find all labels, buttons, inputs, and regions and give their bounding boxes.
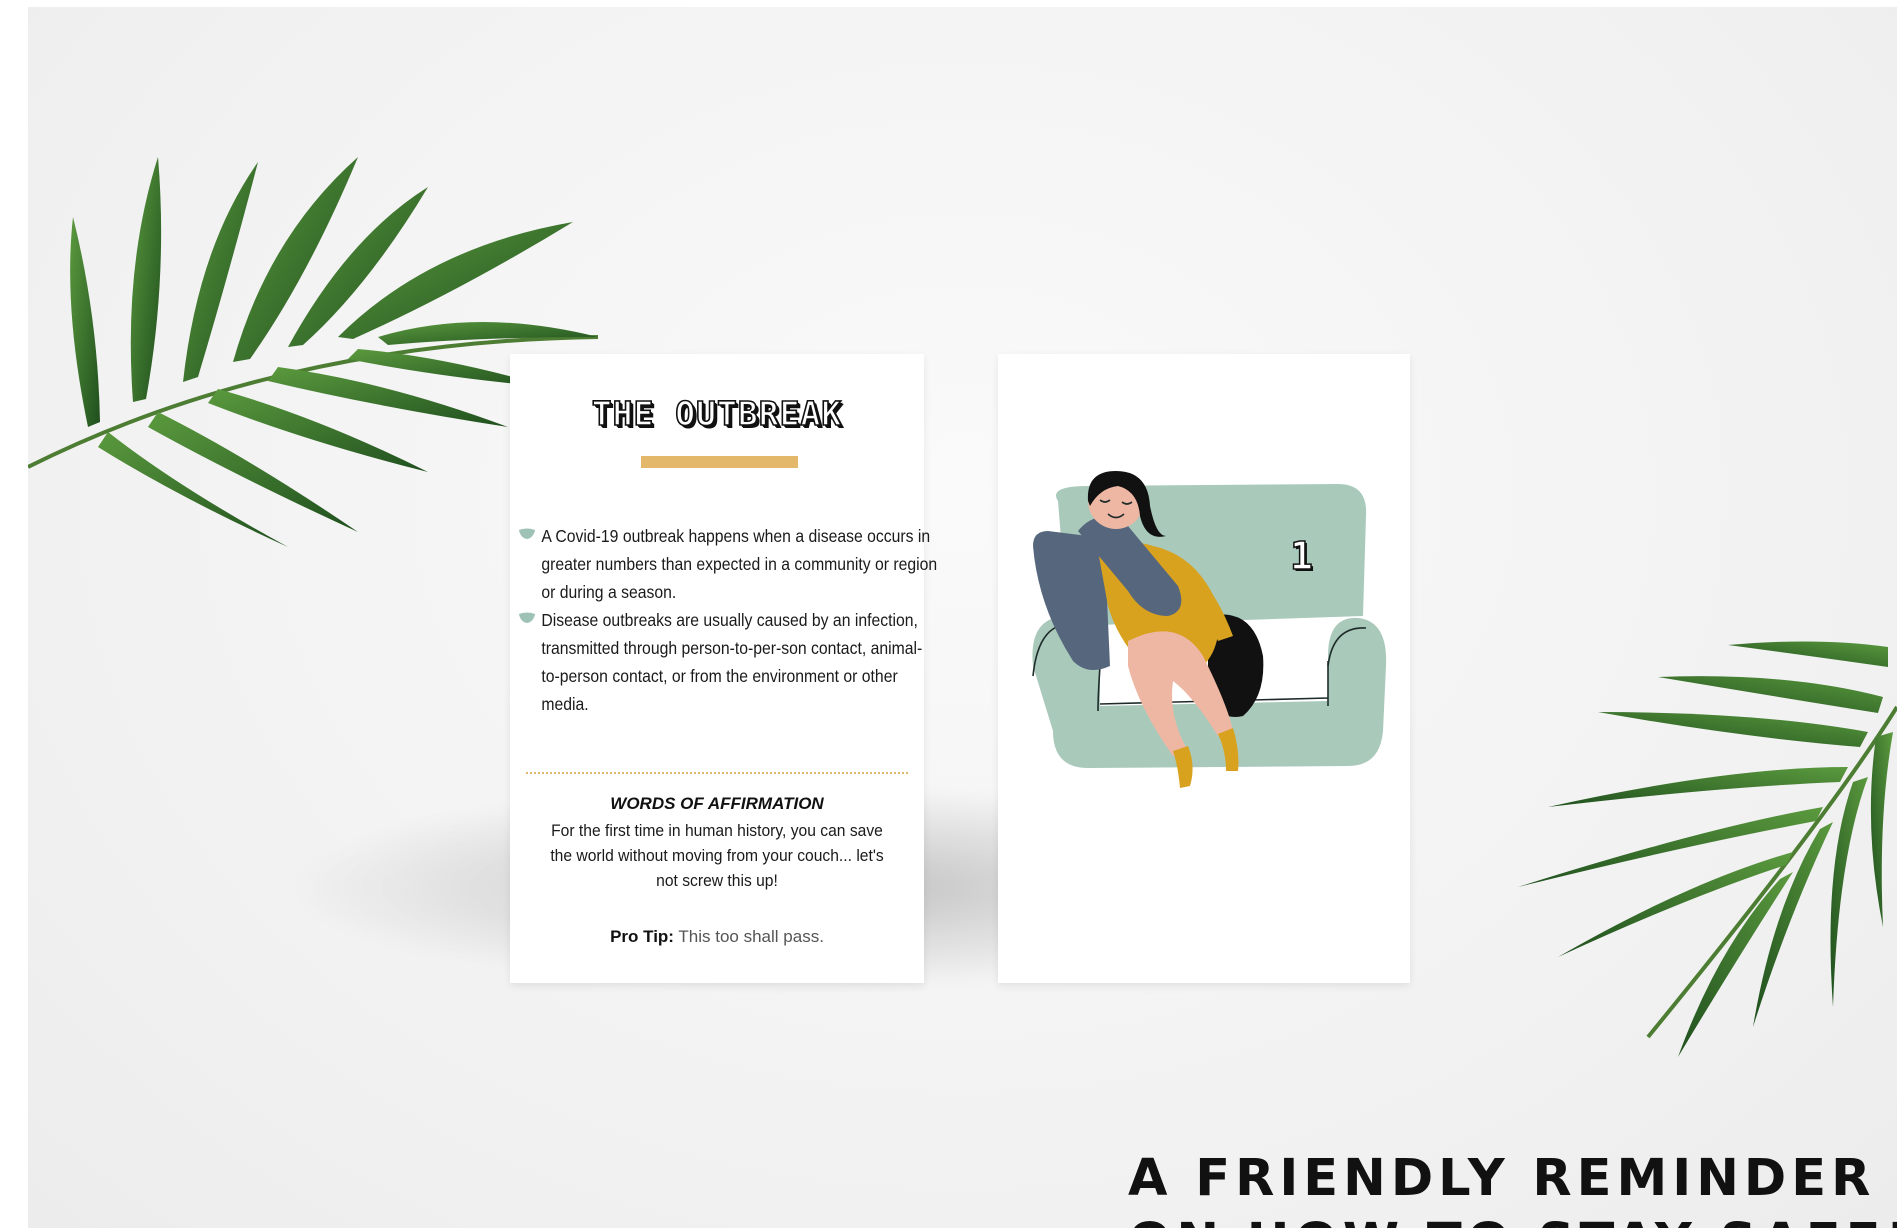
pro-tip-label: Pro Tip: [610,927,674,946]
card-title: THE OUTBREAK [591,393,843,434]
product-mockup-scene: THE OUTBREAK A Covid-19 outbreak happens… [28,7,1897,1228]
bullet-text: Disease outbreaks are usually caused by … [541,610,923,714]
woman-on-sofa-illustration [1032,471,1387,788]
palm-leaf-right [1518,641,1897,1057]
pro-tip: Pro Tip: This too shall pass. [510,927,924,947]
bullet-text: A Covid-19 outbreak happens when a disea… [541,526,938,602]
face-mask-icon [518,528,536,539]
card-front: THE OUTBREAK A Covid-19 outbreak happens… [510,354,937,983]
pro-tip-text: This too shall pass. [678,927,824,946]
face-mask-icon [518,612,536,623]
title-underline-bar [641,456,798,468]
bullet-list: A Covid-19 outbreak happens when a disea… [518,522,937,718]
card-back: 1 [998,354,1410,983]
bullet-item: A Covid-19 outbreak happens when a disea… [518,522,937,606]
headline-line-2: ON HOW TO STAY SAFE! [1128,1211,1897,1228]
dotted-divider [526,772,908,774]
headline: A FRIENDLY REMINDER ON HOW TO STAY SAFE! [1128,1147,1897,1228]
card-number-badge: 1 [1289,533,1313,579]
headline-line-1: A FRIENDLY REMINDER [1128,1149,1876,1208]
affirmation-text: For the first time in human history, you… [550,821,884,890]
bullet-item: Disease outbreaks are usually caused by … [518,606,937,718]
affirmation-title: WORDS OF AFFIRMATION [610,794,824,813]
